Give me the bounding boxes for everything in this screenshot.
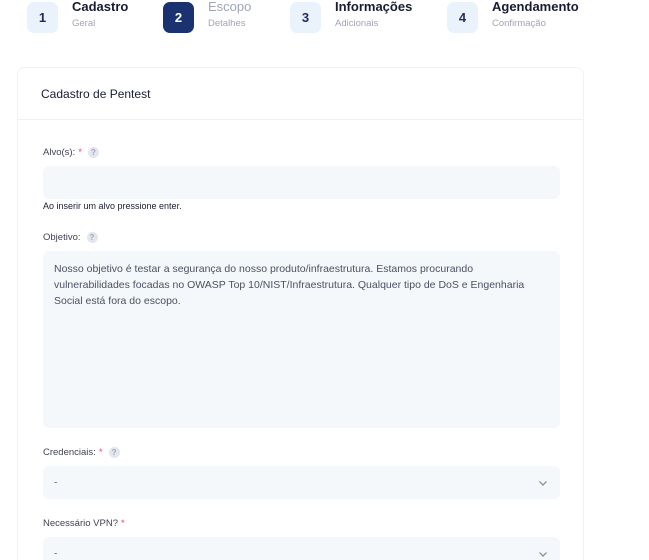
card-title: Cadastro de Pentest xyxy=(41,86,151,101)
vpn-select[interactable]: - xyxy=(43,537,560,560)
step-number: 2 xyxy=(163,2,194,33)
vpn-label-row: Necessário VPN? * xyxy=(43,518,125,529)
objetivo-label-row: Objetivo: ? xyxy=(43,232,98,243)
step-agendamento[interactable]: 4 Agendamento Confirmação xyxy=(447,0,579,33)
step-title: Informações xyxy=(335,0,413,14)
credenciais-selected: - xyxy=(54,477,58,488)
objetivo-textarea[interactable]: Nosso objetivo é testar a segurança do n… xyxy=(43,251,560,428)
step-title: Cadastro xyxy=(72,0,129,14)
step-cadastro[interactable]: 1 Cadastro Geral xyxy=(27,0,128,33)
objetivo-label: Objetivo: xyxy=(43,232,81,243)
card-header: Cadastro de Pentest xyxy=(18,68,583,120)
pentest-form-card: Cadastro de Pentest Alvo(s): * ? Ao inse… xyxy=(17,67,584,560)
alvos-hint: Ao inserir um alvo pressione enter. xyxy=(43,201,182,211)
question-circle-icon[interactable]: ? xyxy=(108,447,120,458)
step-subtitle: Geral xyxy=(72,18,96,29)
step-number: 3 xyxy=(290,2,321,33)
chevron-down-icon xyxy=(539,480,547,486)
required-mark: * xyxy=(78,147,82,158)
step-subtitle: Adicionais xyxy=(335,18,379,29)
alvos-label: Alvo(s): xyxy=(43,147,76,158)
step-informacoes[interactable]: 3 Informações Adicionais xyxy=(290,0,412,33)
question-circle-icon[interactable]: ? xyxy=(87,147,99,158)
question-circle-icon[interactable]: ? xyxy=(86,232,98,243)
alvos-label-row: Alvo(s): * ? xyxy=(43,147,99,158)
step-number: 1 xyxy=(27,2,58,33)
stepper: 1 Cadastro Geral 2 Escopo Detalhes 3 Inf… xyxy=(0,0,649,40)
required-mark: * xyxy=(98,447,103,458)
step-subtitle: Confirmação xyxy=(492,18,546,29)
required-mark: * xyxy=(120,518,125,529)
step-subtitle: Detalhes xyxy=(208,18,246,29)
chevron-down-icon xyxy=(539,551,547,557)
vpn-selected: - xyxy=(54,548,58,559)
step-escopo[interactable]: 2 Escopo Detalhes xyxy=(163,0,251,33)
alvos-input[interactable] xyxy=(43,166,560,199)
step-title: Agendamento xyxy=(492,0,579,14)
objetivo-text: Nosso objetivo é testar a segurança do n… xyxy=(54,263,525,307)
step-title: Escopo xyxy=(208,0,252,14)
credenciais-label: Credenciais: xyxy=(43,447,96,458)
credenciais-label-row: Credenciais: * ? xyxy=(43,447,120,458)
step-number: 4 xyxy=(447,2,478,33)
vpn-label: Necessário VPN? xyxy=(43,518,118,529)
credenciais-select[interactable]: - xyxy=(43,466,560,499)
